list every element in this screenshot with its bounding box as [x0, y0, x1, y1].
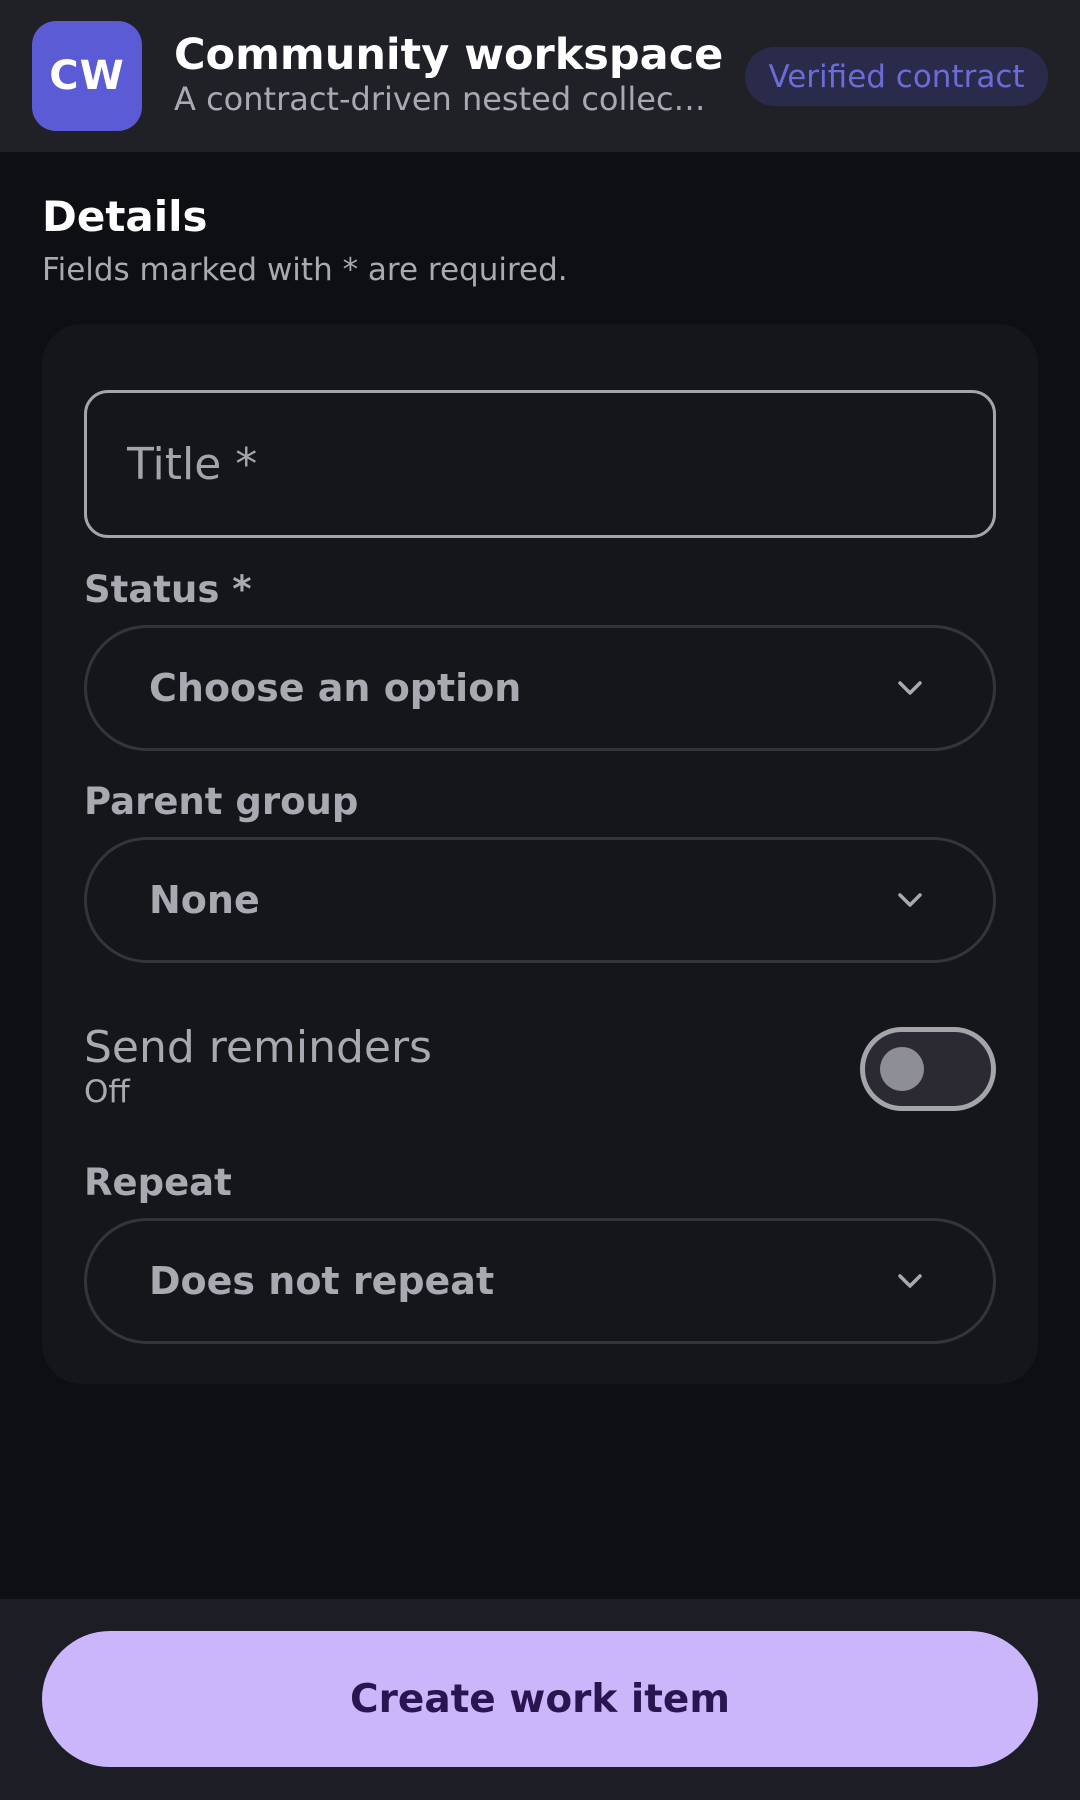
- title-input[interactable]: [87, 393, 993, 535]
- workspace-subtitle: A contract-driven nested collection: [174, 80, 714, 118]
- title-field[interactable]: [84, 390, 996, 538]
- send-reminders-label: Send reminders: [84, 1022, 432, 1073]
- parent-group-label: Parent group: [84, 780, 359, 823]
- verified-contract-badge: Verified contract: [745, 47, 1048, 106]
- workspace-title: Community workspace: [174, 30, 724, 80]
- repeat-select-value: Does not repeat: [149, 1259, 495, 1303]
- chevron-down-icon: [898, 893, 922, 907]
- status-select[interactable]: Choose an option: [84, 625, 996, 751]
- parent-group-select[interactable]: None: [84, 837, 996, 963]
- parent-group-select-value: None: [149, 878, 260, 922]
- section-heading: Details: [42, 192, 208, 241]
- repeat-label: Repeat: [84, 1161, 232, 1204]
- workspace-avatar: CW: [32, 21, 142, 131]
- toggle-knob: [880, 1047, 924, 1091]
- app-header: CW Community workspace A contract-driven…: [0, 0, 1080, 152]
- send-reminders-state: Off: [84, 1074, 130, 1110]
- chevron-down-icon: [898, 681, 922, 695]
- send-reminders-toggle[interactable]: [860, 1027, 996, 1111]
- chevron-down-icon: [898, 1274, 922, 1288]
- status-label: Status *: [84, 568, 252, 611]
- required-fields-hint: Fields marked with * are required.: [42, 252, 568, 288]
- status-select-value: Choose an option: [149, 666, 522, 710]
- create-work-item-button[interactable]: Create work item: [42, 1631, 1038, 1767]
- repeat-select[interactable]: Does not repeat: [84, 1218, 996, 1344]
